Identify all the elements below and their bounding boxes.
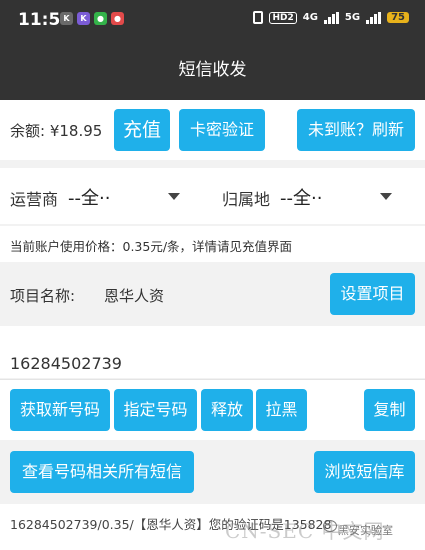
red-app-icon: ● <box>111 12 124 25</box>
set-project-button[interactable]: 设置项目 <box>330 273 415 315</box>
copy-button[interactable]: 复制 <box>364 389 415 431</box>
page-title: 短信收发 <box>0 40 425 100</box>
assign-number-button[interactable]: 指定号码 <box>114 389 197 431</box>
notification-icons: K K ● ● <box>60 12 124 25</box>
filter-row: 运营商 --全·· 归属地 --全·· <box>0 168 425 224</box>
recharge-button[interactable]: 充值 <box>114 109 170 151</box>
signal-icon <box>323 11 339 24</box>
hd-badge: HD2 <box>269 11 297 24</box>
carrier-select[interactable]: --全·· <box>68 176 188 216</box>
green-app-icon: ● <box>94 12 107 25</box>
watermark-wechat: 黑安实验室 <box>338 524 393 537</box>
battery-icon: 75 <box>387 12 409 23</box>
k-purple-app-icon: K <box>77 12 90 25</box>
status-bar: 11:50 K K ● ● HD2 4G 5G 75 <box>0 0 425 40</box>
carrier-value: --全·· <box>68 188 111 209</box>
wechat-icon <box>323 520 337 532</box>
phone-number-field[interactable]: 16284502739 <box>10 354 122 373</box>
system-indicators: HD2 4G 5G 75 <box>253 11 409 24</box>
card-verify-button[interactable]: 卡密验证 <box>179 109 265 151</box>
price-note-row: 当前账户使用价格：0.35元/条，详情请见充值界面 <box>0 226 425 262</box>
blacklist-button[interactable]: 拉黑 <box>256 389 307 431</box>
balance-label: 余额: ¥18.95 <box>10 122 103 140</box>
k-app-icon: K <box>60 12 73 25</box>
region-value: --全·· <box>280 188 323 209</box>
network-label: 4G <box>302 12 318 23</box>
vibrate-icon <box>253 11 264 24</box>
carrier-label: 运营商 <box>10 190 59 209</box>
project-row: 项目名称: 恩华人资 设置项目 <box>0 266 425 322</box>
browse-sms-library-button[interactable]: 浏览短信库 <box>314 451 415 493</box>
balance-row: 余额: ¥18.95 充值 卡密验证 未到账？刷新 <box>0 100 425 160</box>
signal-icon-2 <box>366 11 382 24</box>
phone-row: 16284502739 <box>0 326 425 378</box>
release-button[interactable]: 释放 <box>201 389 253 431</box>
project-label: 项目名称: <box>10 287 76 305</box>
chevron-down-icon <box>168 193 180 200</box>
get-number-button[interactable]: 获取新号码 <box>10 389 110 431</box>
refresh-button[interactable]: 未到账？刷新 <box>297 109 415 151</box>
network-label-2: 5G <box>344 12 361 23</box>
action-row: 获取新号码 指定号码 释放 拉黑 复制 <box>0 380 425 440</box>
sms-action-row: 查看号码相关所有短信 浏览短信库 <box>0 444 425 500</box>
price-note: 当前账户使用价格：0.35元/条，详情请见充值界面 <box>10 239 293 254</box>
project-value: 恩华人资 <box>104 287 165 305</box>
view-all-sms-button[interactable]: 查看号码相关所有短信 <box>10 451 194 493</box>
region-label: 归属地 <box>222 190 271 209</box>
chevron-down-icon <box>380 193 392 200</box>
region-select[interactable]: --全·· <box>280 176 400 216</box>
